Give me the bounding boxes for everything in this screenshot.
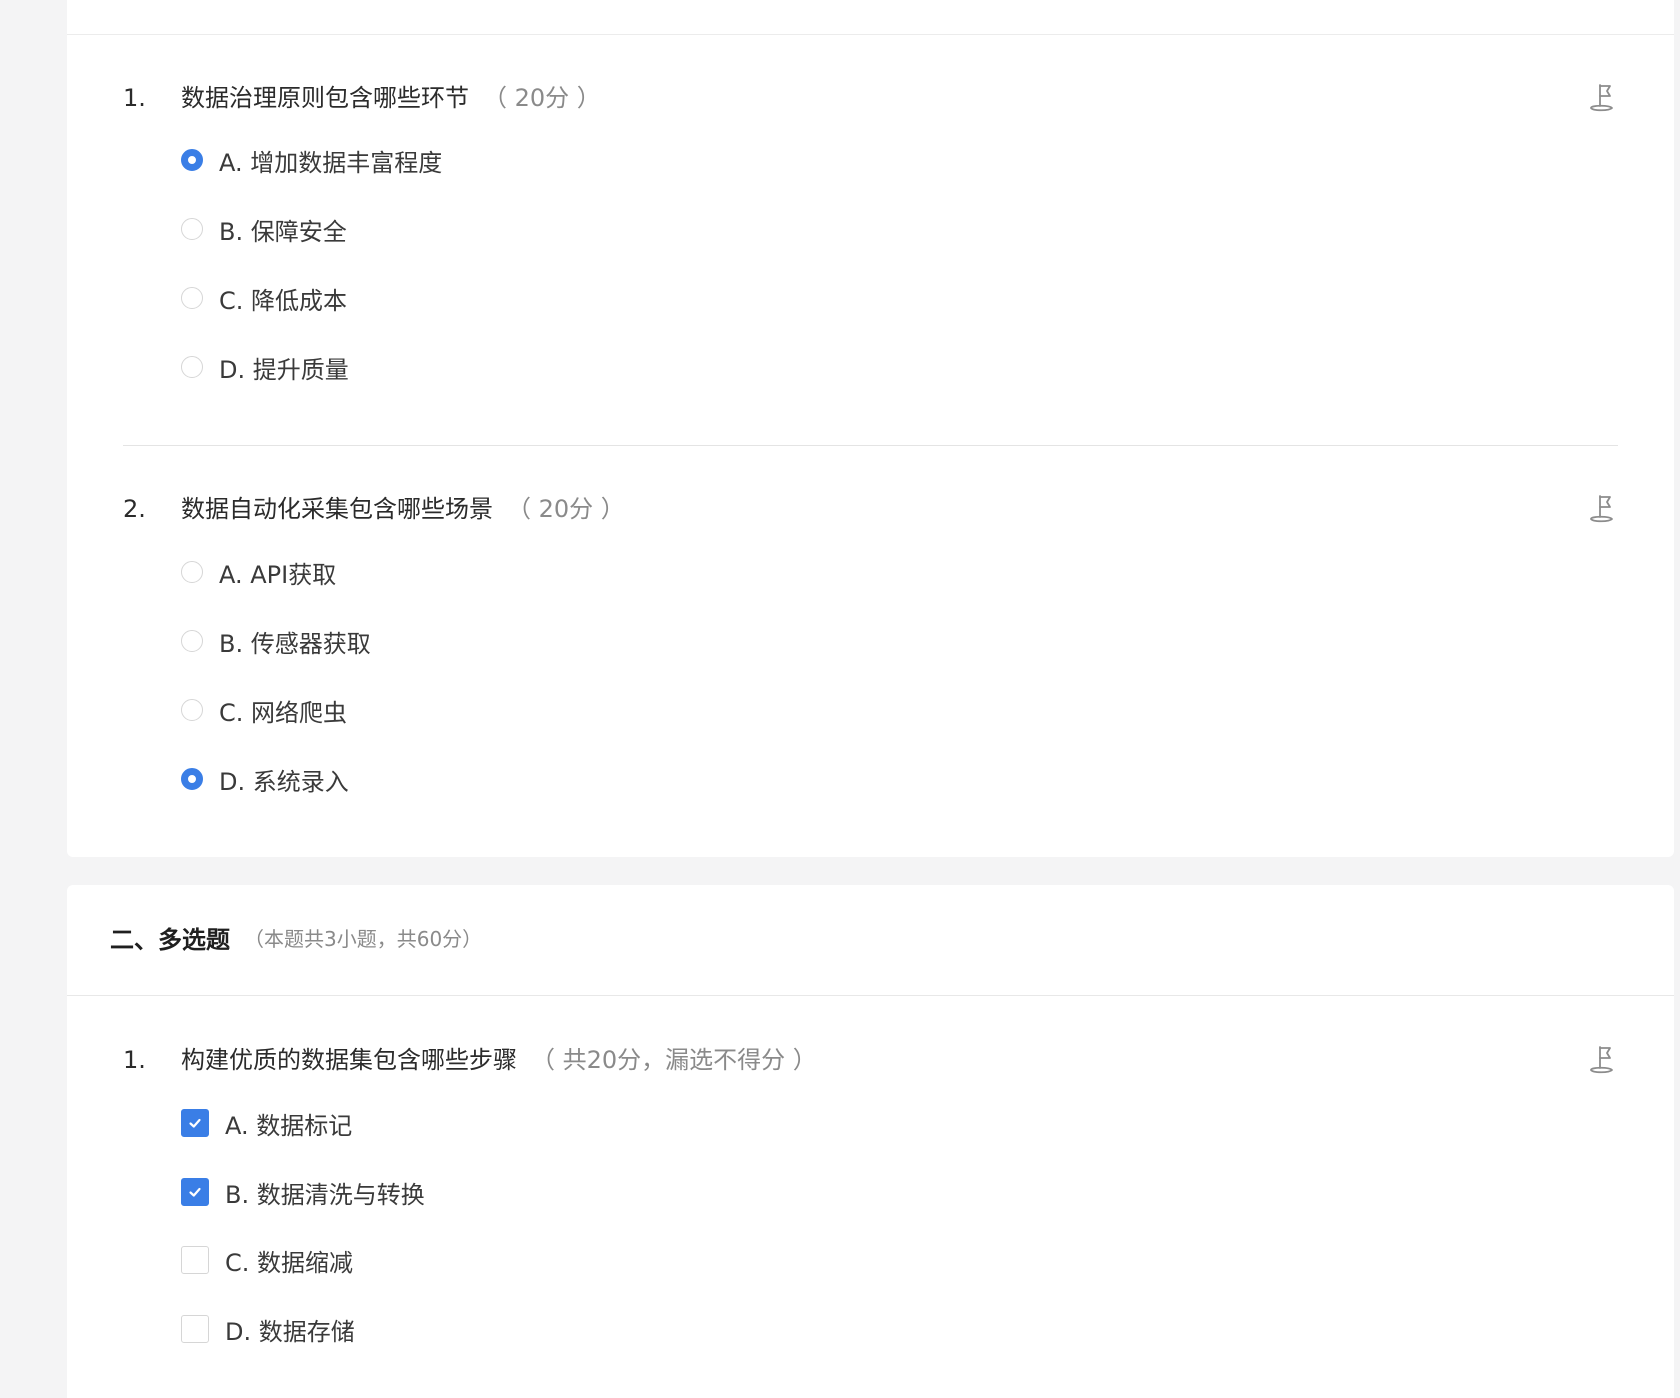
option-q1-a[interactable]: A. 增加数据丰富程度: [181, 143, 442, 177]
question-number: 2.: [123, 495, 146, 523]
radio-button[interactable]: [181, 356, 203, 378]
question-title: 数据治理原则包含哪些环节 （ 20分 ）: [181, 82, 601, 114]
option-label: C. 数据缩减: [225, 1248, 354, 1277]
question-divider: [123, 445, 1618, 446]
option-label: A. API获取: [219, 560, 337, 589]
checkbox[interactable]: [181, 1315, 209, 1343]
checkbox[interactable]: [181, 1246, 209, 1274]
option-q2-b[interactable]: B. 传感器获取: [181, 624, 371, 658]
question-score: （ 20分 ）: [507, 495, 625, 523]
option-m1-a[interactable]: A. 数据标记: [181, 1106, 352, 1140]
radio-button[interactable]: [181, 287, 203, 309]
question-title: 构建优质的数据集包含哪些步骤 （ 共20分，漏选不得分 ）: [181, 1044, 817, 1076]
section-divider: [67, 995, 1674, 996]
check-icon: [189, 1118, 201, 1128]
multiple-choice-card: 二、多选题 （本题共3小题，共60分） 1. 构建优质的数据集包含哪些步骤 （ 共…: [67, 885, 1674, 1398]
option-q2-a[interactable]: A. API获取: [181, 555, 336, 589]
option-q1-d[interactable]: D. 提升质量: [181, 350, 349, 384]
question-number: 1.: [123, 84, 146, 112]
check-icon: [189, 1187, 201, 1197]
option-q2-d[interactable]: D. 系统录入: [181, 762, 349, 796]
flag-icon[interactable]: [1586, 493, 1616, 525]
option-label: C. 网络爬虫: [219, 698, 348, 727]
top-divider: [67, 34, 1674, 35]
radio-button[interactable]: [181, 218, 203, 240]
checkbox[interactable]: [181, 1109, 209, 1137]
radio-button[interactable]: [181, 768, 203, 790]
question-text: 数据治理原则包含哪些环节: [181, 84, 469, 112]
question-title: 数据自动化采集包含哪些场景 （ 20分 ）: [181, 493, 625, 525]
single-choice-card: 1. 数据治理原则包含哪些环节 （ 20分 ） A. 增加数据丰富程度 B. 保障…: [67, 0, 1674, 857]
option-m1-d[interactable]: D. 数据存储: [181, 1312, 355, 1346]
flag-icon[interactable]: [1586, 82, 1616, 114]
radio-button[interactable]: [181, 149, 203, 171]
option-label: B. 数据清洗与转换: [225, 1180, 425, 1209]
question-score: （ 20分 ）: [483, 84, 601, 112]
flag-icon[interactable]: [1586, 1044, 1616, 1076]
option-label: D. 系统录入: [219, 767, 349, 796]
radio-button[interactable]: [181, 699, 203, 721]
option-q1-b[interactable]: B. 保障安全: [181, 212, 347, 246]
question-text: 数据自动化采集包含哪些场景: [181, 495, 493, 523]
option-q1-c[interactable]: C. 降低成本: [181, 281, 347, 315]
option-m1-b[interactable]: B. 数据清洗与转换: [181, 1175, 425, 1209]
option-m1-c[interactable]: C. 数据缩减: [181, 1243, 353, 1277]
option-label: C. 降低成本: [219, 286, 348, 315]
question-text: 构建优质的数据集包含哪些步骤: [181, 1046, 517, 1074]
option-label: D. 提升质量: [219, 355, 349, 384]
option-label: A. 增加数据丰富程度: [219, 148, 443, 177]
question-number: 1.: [123, 1046, 146, 1074]
checkbox[interactable]: [181, 1178, 209, 1206]
section-title: 二、多选题: [110, 925, 230, 954]
radio-button[interactable]: [181, 561, 203, 583]
question-score: （ 共20分，漏选不得分 ）: [531, 1046, 817, 1074]
option-q2-c[interactable]: C. 网络爬虫: [181, 693, 347, 727]
option-label: B. 保障安全: [219, 217, 347, 246]
section-meta: （本题共3小题，共60分）: [244, 926, 483, 951]
option-label: D. 数据存储: [225, 1317, 355, 1346]
option-label: B. 传感器获取: [219, 629, 371, 658]
option-label: A. 数据标记: [225, 1111, 353, 1140]
radio-button[interactable]: [181, 630, 203, 652]
section-header: 二、多选题 （本题共3小题，共60分）: [110, 919, 482, 955]
